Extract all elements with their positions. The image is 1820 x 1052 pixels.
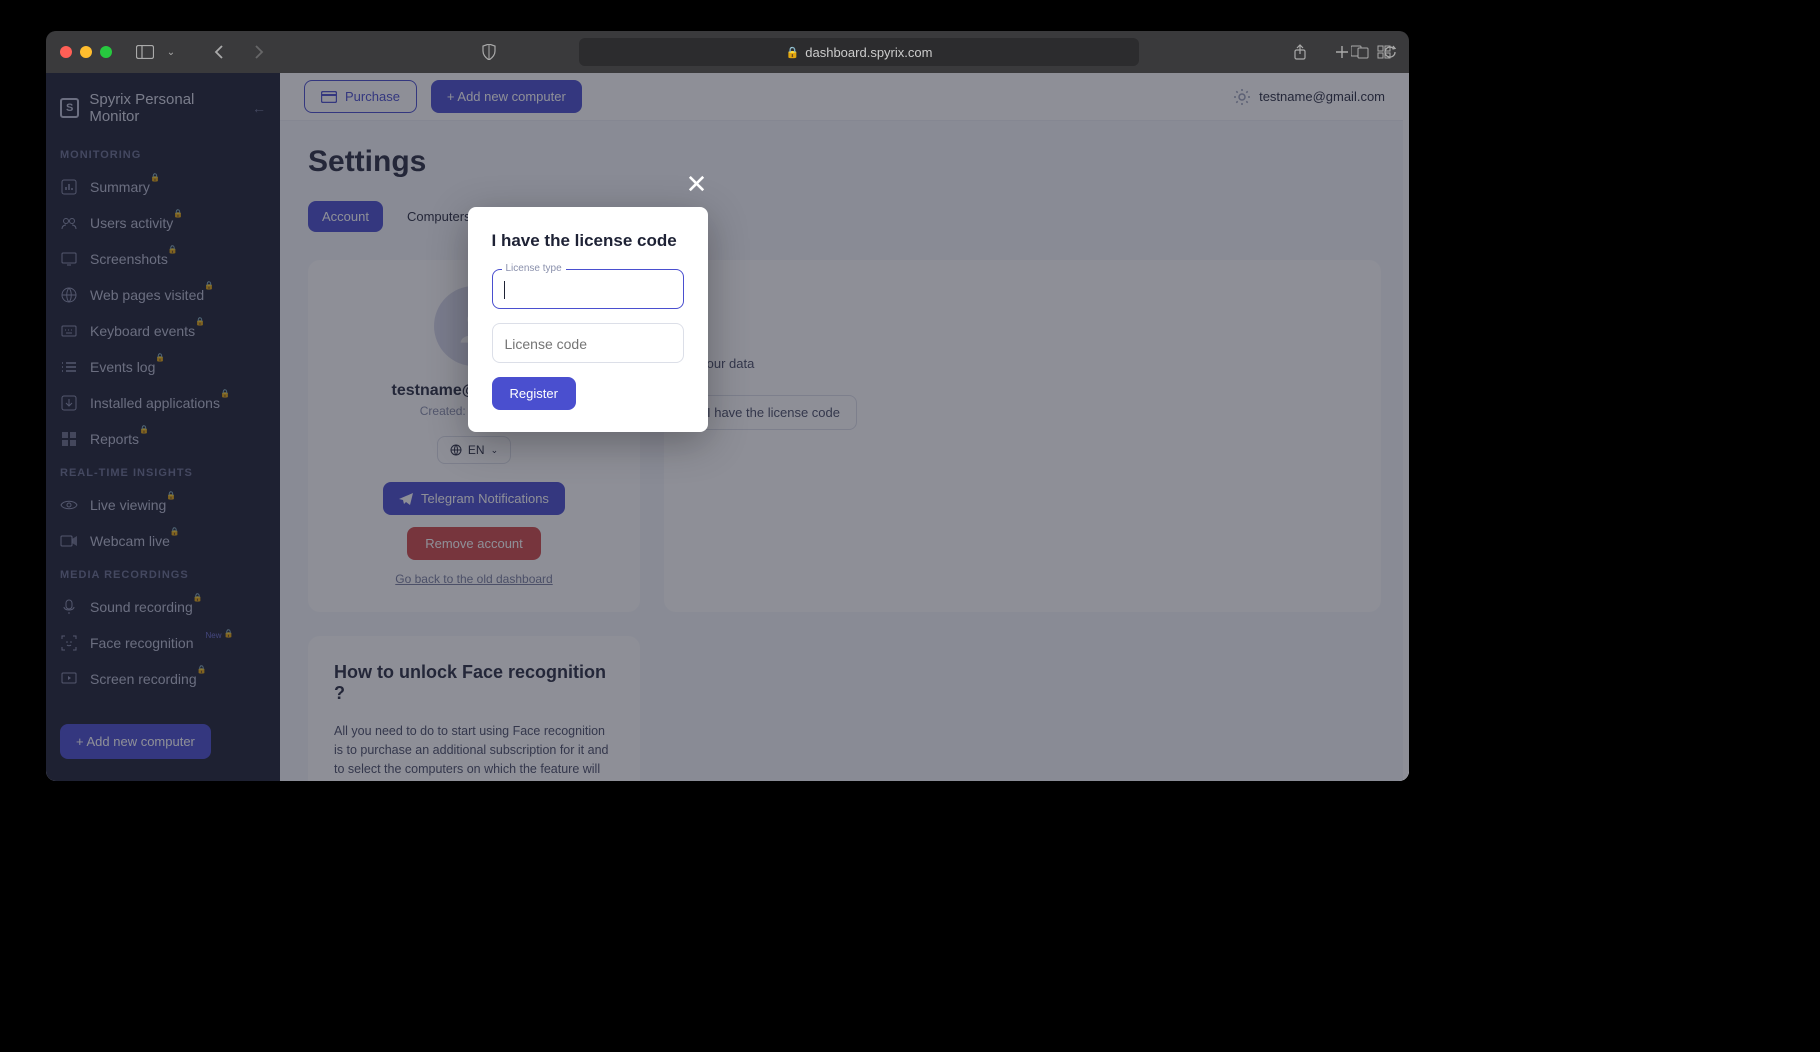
license-code-field — [492, 323, 684, 363]
reload-icon[interactable] — [1383, 45, 1397, 59]
modal-title: I have the license code — [492, 231, 684, 251]
shield-icon[interactable] — [478, 41, 500, 63]
traffic-lights — [60, 46, 112, 58]
url-bar[interactable]: 🔒 dashboard.spyrix.com — [579, 38, 1139, 66]
register-button[interactable]: Register — [492, 377, 576, 410]
url-text: dashboard.spyrix.com — [805, 45, 932, 60]
browser-window: ⌄ 🔒 dashboard.spyrix.com S — [46, 31, 1409, 781]
text-cursor — [504, 281, 505, 299]
new-tab-icon[interactable] — [1331, 41, 1353, 63]
browser-sidebar-toggle[interactable]: ⌄ — [134, 41, 182, 63]
license-type-label: License type — [502, 263, 566, 274]
window-maximize-button[interactable] — [100, 46, 112, 58]
license-type-field: License type — [492, 269, 684, 309]
share-icon[interactable] — [1289, 41, 1311, 63]
sidebar-icon — [134, 41, 156, 63]
license-modal: ✕ I have the license code License type R… — [468, 207, 708, 432]
browser-toolbar: ⌄ 🔒 dashboard.spyrix.com — [46, 31, 1409, 73]
window-close-button[interactable] — [60, 46, 72, 58]
lock-icon: 🔒 — [786, 46, 800, 59]
modal-close-button[interactable]: ✕ — [682, 169, 712, 199]
license-code-input[interactable] — [492, 323, 684, 363]
app-root: S Spyrix Personal Monitor ← MONITORING S… — [46, 73, 1409, 781]
chevron-down-icon: ⌄ — [160, 41, 182, 63]
nav-back-button[interactable] — [208, 41, 230, 63]
translate-icon[interactable] — [1351, 45, 1369, 59]
modal-overlay[interactable] — [46, 73, 1409, 781]
window-minimize-button[interactable] — [80, 46, 92, 58]
nav-forward-button[interactable] — [248, 41, 270, 63]
license-type-input[interactable] — [492, 269, 684, 309]
